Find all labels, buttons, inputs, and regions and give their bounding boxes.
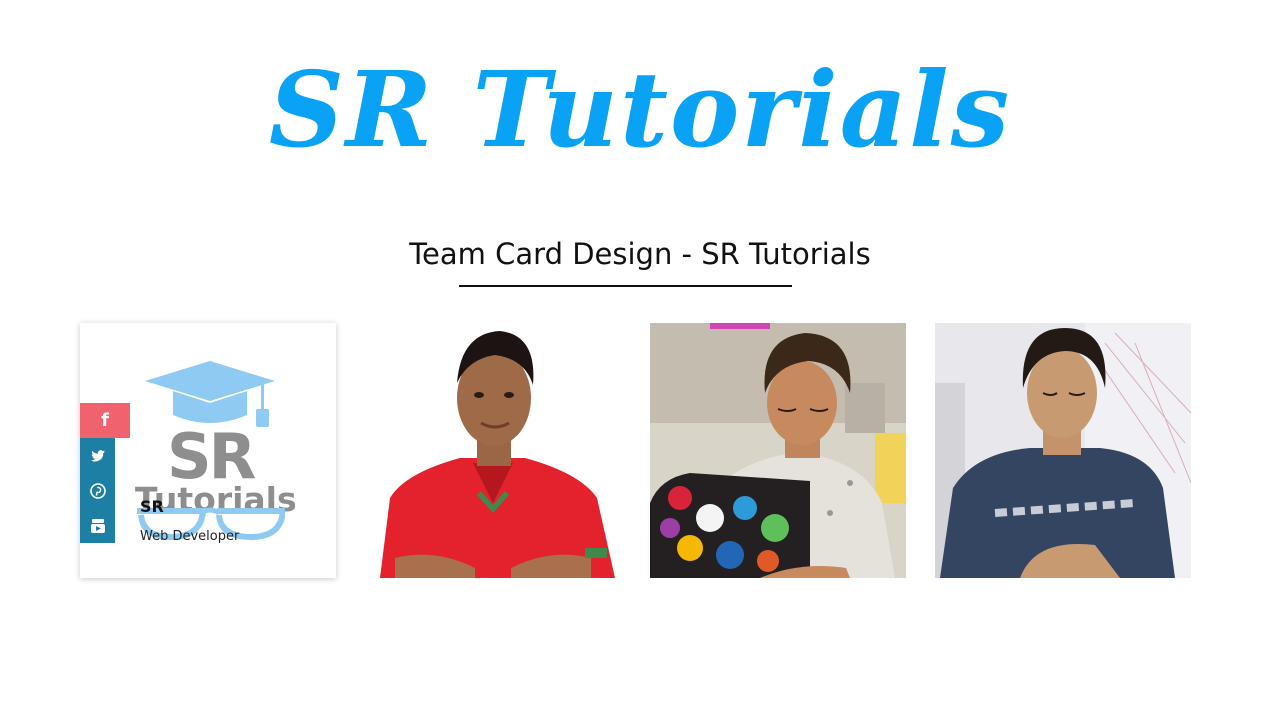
facebook-icon[interactable]: f — [80, 403, 130, 438]
sr-tutorials-logo: SR Tutorials — [135, 359, 297, 549]
man-with-laptop-photo — [650, 323, 906, 578]
title-underline — [459, 285, 792, 287]
team-card-sr[interactable]: SR Tutorials f SR Web Developer — [80, 323, 336, 578]
man-in-red-shirt-photo — [365, 323, 621, 578]
social-links: f — [80, 403, 130, 543]
brand-title: SR Tutorials — [268, 48, 1012, 171]
youtube-icon[interactable] — [80, 508, 115, 543]
man-in-navy-tshirt-photo — [935, 323, 1191, 578]
glasses-icon — [137, 507, 285, 541]
team-card-photo-3[interactable] — [935, 323, 1191, 578]
pinterest-icon[interactable] — [80, 473, 115, 508]
team-card-photo-1[interactable] — [365, 323, 621, 578]
twitter-icon[interactable] — [80, 438, 115, 473]
team-card-photo-2[interactable] — [650, 323, 906, 578]
member-role: Web Developer — [140, 529, 240, 544]
section-title: Team Card Design - SR Tutorials — [409, 237, 871, 271]
member-name: SR — [140, 497, 164, 516]
